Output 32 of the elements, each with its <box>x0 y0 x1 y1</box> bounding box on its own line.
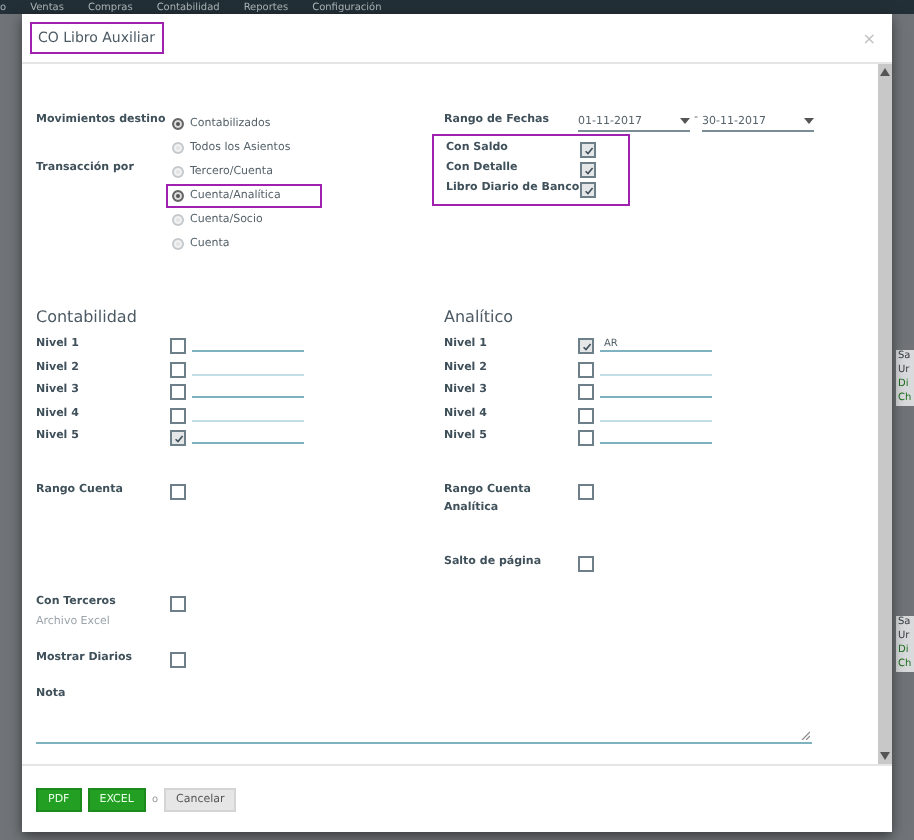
checkbox[interactable] <box>170 430 186 446</box>
checkbox[interactable] <box>170 384 186 400</box>
checkbox[interactable] <box>170 595 186 611</box>
radio-button[interactable] <box>172 142 184 154</box>
radio-button[interactable] <box>172 214 184 226</box>
radio-button[interactable] <box>172 166 184 178</box>
checkbox[interactable] <box>578 483 594 499</box>
checkbox[interactable] <box>578 555 594 571</box>
section-heading: Contabilidad <box>36 308 139 326</box>
checkbox[interactable] <box>578 384 594 400</box>
checkbox[interactable] <box>580 162 596 178</box>
checkbox[interactable] <box>170 361 186 377</box>
radio-button[interactable] <box>172 118 184 130</box>
caret-icon[interactable] <box>804 118 814 124</box>
resize-grip-icon[interactable] <box>800 729 810 739</box>
checkbox[interactable] <box>170 483 186 499</box>
checkbox[interactable] <box>170 338 186 354</box>
checkbox[interactable] <box>170 407 186 423</box>
checkbox[interactable] <box>578 361 594 377</box>
checkbox[interactable] <box>580 142 596 158</box>
checkbox[interactable] <box>170 651 186 667</box>
radio-button[interactable] <box>172 190 184 202</box>
checkbox[interactable] <box>578 338 594 354</box>
scroll-up-icon[interactable] <box>880 68 890 76</box>
radio-button[interactable] <box>172 238 184 250</box>
checkbox[interactable] <box>578 430 594 446</box>
section-heading: Analítico <box>444 308 516 326</box>
checkbox[interactable] <box>580 182 596 198</box>
caret-icon[interactable] <box>680 118 690 124</box>
scrollbar[interactable] <box>878 64 892 764</box>
checkbox[interactable] <box>578 407 594 423</box>
scroll-down-icon[interactable] <box>880 752 890 760</box>
